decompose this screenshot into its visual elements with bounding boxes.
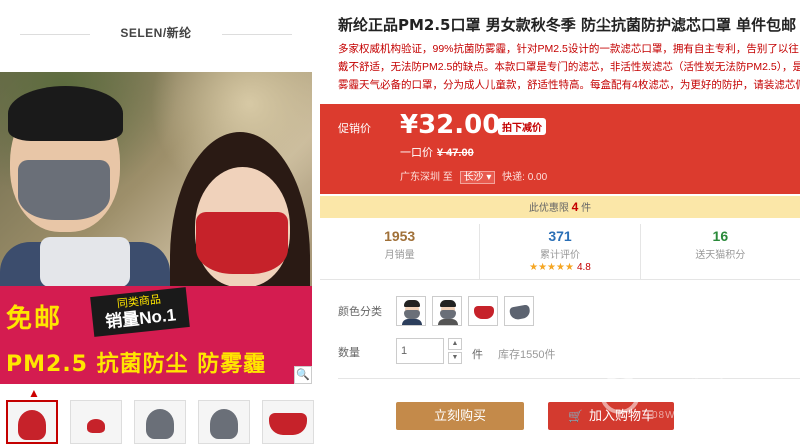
site-watermark: 08我家 08WOJIA.COM bbox=[600, 366, 800, 436]
promo-price: ¥32.00 bbox=[400, 110, 501, 140]
promo-banner: 免邮 同类商品 销量No.1 PM2.5 抗菌防尘 防雾霾 bbox=[0, 286, 312, 384]
watermark-sub: 08WOJIA.COM bbox=[652, 410, 732, 421]
shop-header: SELEN/新纶 bbox=[20, 18, 292, 48]
description-line: 雾霾天气必备的口罩，分为成人儿童款，舒适性特高。每盒配有4枚滤芯，为更好的防护，… bbox=[338, 79, 800, 91]
shop-name[interactable]: SELEN/新纶 bbox=[120, 26, 191, 40]
quantity-label: 数量 bbox=[338, 347, 360, 359]
main-product-image[interactable]: 免邮 同类商品 销量No.1 PM2.5 抗菌防尘 防雾霾 🔍 bbox=[0, 72, 312, 384]
ship-city-select[interactable]: 长沙 ▾ bbox=[459, 171, 496, 184]
limit-prefix: 此优惠限 bbox=[528, 203, 569, 214]
points-stat: 16 送天猫积分 bbox=[639, 224, 800, 279]
stats-row: 1953 月销量 371 累计评价 ★★★★★ 4.8 16 送天猫积分 bbox=[320, 224, 800, 280]
mask-swatch bbox=[404, 310, 420, 319]
thumbnail-4[interactable] bbox=[198, 400, 250, 444]
rating-value: 4.8 bbox=[576, 262, 591, 273]
stock-count: 库存1550件 bbox=[498, 349, 556, 361]
price-panel: 促销价 ¥32.00 拍下减价 一口价 ¥ 47.00 广东深圳 至 长沙 ▾ 快… bbox=[320, 104, 800, 194]
limit-count: 4 bbox=[571, 200, 579, 214]
increase-icon[interactable]: ▲ bbox=[448, 338, 462, 350]
gallery-column: SELEN/新纶 免邮 同类商品 销量No.1 PM2.5 抗菌防尘 防雾霾 🔍… bbox=[0, 0, 320, 444]
discount-badge: 拍下减价 bbox=[498, 118, 546, 135]
reviews-label: 累计评价 bbox=[539, 250, 580, 261]
cart-icon: 🛒 bbox=[568, 409, 583, 423]
color-option-child-grey[interactable] bbox=[396, 296, 426, 326]
product-info-column: 新纶正品PM2.5口罩 男女款秋冬季 防尘抗菌防护滤芯口罩 单件包邮 多家权威机… bbox=[320, 0, 800, 444]
original-price-label: 一口价 bbox=[400, 147, 433, 159]
monthly-sales-label: 月销量 bbox=[384, 250, 415, 261]
divider bbox=[20, 34, 90, 35]
best-seller-tag: 同类商品 销量No.1 bbox=[90, 287, 190, 337]
purchase-limit-bar: 此优惠限 4 件 bbox=[320, 196, 800, 218]
monthly-sales-value: 1953 bbox=[384, 228, 416, 244]
body bbox=[438, 319, 458, 325]
hair bbox=[404, 300, 420, 307]
color-option-adult-grey[interactable] bbox=[432, 296, 462, 326]
mask-swatch bbox=[509, 304, 531, 321]
description-line: 戴不舒适，无法防PM2.5的缺点。本款口罩是专门的滤芯，非活性炭滤芯（活性炭无法… bbox=[338, 61, 800, 73]
original-price: ¥ 47.00 bbox=[437, 147, 474, 159]
original-price-row: 一口价 ¥ 47.00 bbox=[400, 144, 474, 160]
buy-now-button[interactable]: 立刻购买 bbox=[396, 402, 524, 430]
product-description: 多家权威机构验证，99%抗菌防雾霾，针对PM2.5设计的一款滤芯口罩，拥有自主专… bbox=[338, 40, 800, 94]
shipping-fee: 快递: 0.00 bbox=[502, 172, 548, 183]
color-option-grey[interactable] bbox=[504, 296, 534, 326]
thumb-up-arrow-icon[interactable]: ▲ bbox=[28, 386, 40, 400]
mask-swatch bbox=[440, 310, 456, 319]
thumbnail-strip bbox=[6, 400, 316, 444]
thumbnail-2[interactable] bbox=[70, 400, 122, 444]
points-label: 送天猫积分 bbox=[695, 250, 746, 261]
color-option-label: 颜色分类 bbox=[338, 306, 382, 318]
ship-to-label: 至 bbox=[442, 172, 453, 183]
red-mask bbox=[196, 212, 288, 274]
thumbnail-3[interactable] bbox=[134, 400, 186, 444]
hair bbox=[440, 300, 456, 307]
watermark-logo-icon bbox=[600, 374, 640, 414]
ship-from: 广东深圳 bbox=[400, 172, 440, 183]
quantity-unit: 件 bbox=[472, 349, 483, 361]
reviews-value: 371 bbox=[548, 228, 572, 244]
decrease-icon[interactable]: ▼ bbox=[448, 352, 462, 364]
mask-swatch bbox=[474, 306, 494, 319]
divider bbox=[222, 34, 292, 35]
man-hair bbox=[8, 86, 123, 141]
thumbnail-image bbox=[269, 413, 307, 435]
limit-suffix: 件 bbox=[581, 203, 592, 214]
quantity-input[interactable] bbox=[396, 338, 444, 364]
man-collar bbox=[40, 237, 130, 287]
quantity-stepper: ▲ ▼ bbox=[448, 338, 462, 364]
thumbnail-image bbox=[18, 410, 46, 440]
color-options bbox=[396, 296, 534, 326]
promo-price-label: 促销价 bbox=[338, 123, 371, 135]
grey-mask bbox=[18, 160, 110, 220]
points-value: 16 bbox=[712, 228, 729, 244]
thumbnail-1[interactable] bbox=[6, 400, 58, 444]
rating-stars: ★★★★★ 4.8 bbox=[480, 262, 639, 273]
thumbnail-5[interactable] bbox=[262, 400, 314, 444]
promo-slogan: PM2.5 抗菌防尘 防雾霾 bbox=[6, 352, 267, 377]
shipping-row: 广东深圳 至 长沙 ▾ 快递: 0.00 bbox=[400, 168, 548, 184]
body bbox=[402, 319, 422, 325]
thumbnail-image bbox=[146, 409, 174, 439]
reviews-stat[interactable]: 371 累计评价 ★★★★★ 4.8 bbox=[479, 224, 639, 279]
color-option-red[interactable] bbox=[468, 296, 498, 326]
description-line: 多家权威机构验证，99%抗菌防雾霾，针对PM2.5设计的一款滤芯口罩，拥有自主专… bbox=[338, 43, 800, 55]
thumbnail-image bbox=[87, 419, 105, 433]
stars-icon: ★★★★★ bbox=[529, 262, 574, 273]
monthly-sales-stat: 1953 月销量 bbox=[320, 224, 479, 279]
thumbnail-image bbox=[210, 409, 238, 439]
zoom-icon[interactable]: 🔍 bbox=[294, 366, 312, 384]
watermark-main: 08我家 bbox=[648, 377, 737, 407]
free-shipping-text: 免邮 bbox=[6, 304, 63, 334]
product-title: 新纶正品PM2.5口罩 男女款秋冬季 防尘抗菌防护滤芯口罩 单件包邮 bbox=[338, 16, 797, 34]
